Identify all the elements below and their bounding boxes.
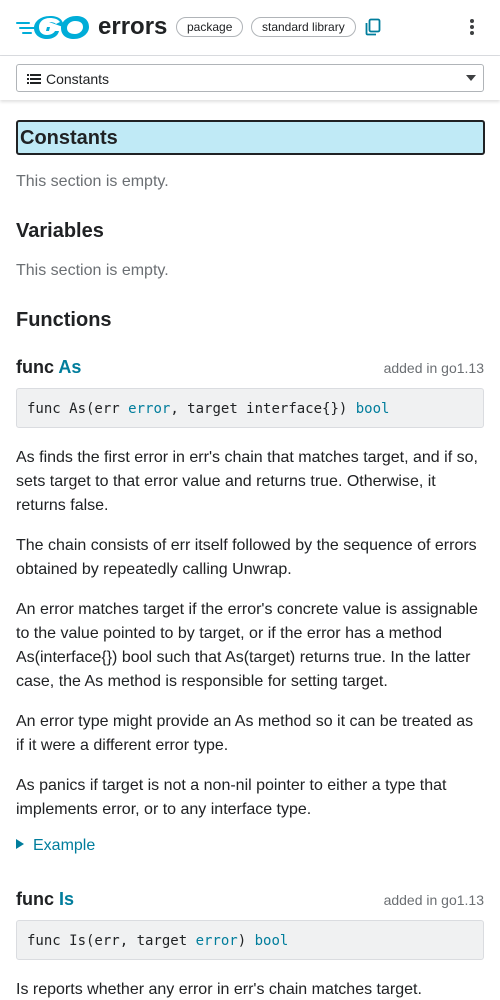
list-icon	[27, 74, 41, 84]
signature-type-link[interactable]: error	[196, 933, 238, 949]
func-is-paragraph: Is reports whether any error in err's ch…	[16, 981, 422, 998]
standard-library-chip: standard library	[251, 17, 356, 37]
package-chip: package	[176, 17, 244, 37]
func-as-link[interactable]: As	[58, 357, 81, 377]
jump-bar: Constants	[0, 56, 500, 100]
signature-text: , target interface{})	[170, 401, 356, 417]
example-label: Example	[33, 837, 96, 854]
site-header: errors package standard library	[0, 0, 500, 56]
constants-empty-text: This section is empty.	[16, 173, 169, 190]
func-as-paragraph: An error type might provide an As method…	[16, 713, 474, 754]
copy-icon[interactable]	[364, 18, 382, 36]
signature-type-link[interactable]: bool	[255, 933, 289, 949]
func-is-signature: func Is(err, target error) bool	[16, 920, 484, 960]
func-as-signature: func As(err error, target interface{}) b…	[16, 388, 484, 428]
functions-heading[interactable]: Functions	[16, 309, 112, 332]
func-keyword: func	[16, 889, 54, 909]
variables-heading[interactable]: Variables	[16, 220, 104, 243]
jump-selected-label: Constants	[46, 71, 110, 87]
func-as-added-version: added in go1.13	[383, 360, 484, 376]
func-is-link[interactable]: Is	[59, 889, 74, 909]
func-as-paragraph: An error matches target if the error's c…	[16, 601, 478, 690]
signature-text: )	[237, 933, 255, 949]
package-title: errors	[98, 13, 168, 40]
func-as-paragraph: As panics if target is not a non-nil poi…	[16, 777, 447, 818]
jump-to-select[interactable]: Constants	[16, 64, 484, 92]
signature-type-link[interactable]: error	[128, 401, 170, 417]
func-as-paragraph: The chain consists of err itself followe…	[16, 537, 477, 578]
func-as-heading: func As	[16, 357, 81, 378]
signature-text: func As(err	[27, 401, 129, 417]
func-is-added-version: added in go1.13	[383, 892, 484, 908]
func-as-example-toggle[interactable]: Example	[16, 837, 95, 855]
chevron-down-icon	[466, 75, 476, 81]
func-keyword: func	[16, 357, 54, 377]
signature-type-link[interactable]: bool	[356, 401, 390, 417]
disclosure-triangle-icon	[16, 839, 24, 849]
func-as-paragraph: As finds the first error in err's chain …	[16, 449, 478, 514]
func-is-heading: func Is	[16, 889, 74, 910]
variables-empty-text: This section is empty.	[16, 262, 169, 279]
constants-heading[interactable]: Constants	[20, 127, 118, 150]
go-logo-icon[interactable]	[16, 12, 90, 42]
signature-text: func Is(err, target	[27, 933, 196, 949]
more-vert-icon[interactable]	[462, 16, 482, 38]
